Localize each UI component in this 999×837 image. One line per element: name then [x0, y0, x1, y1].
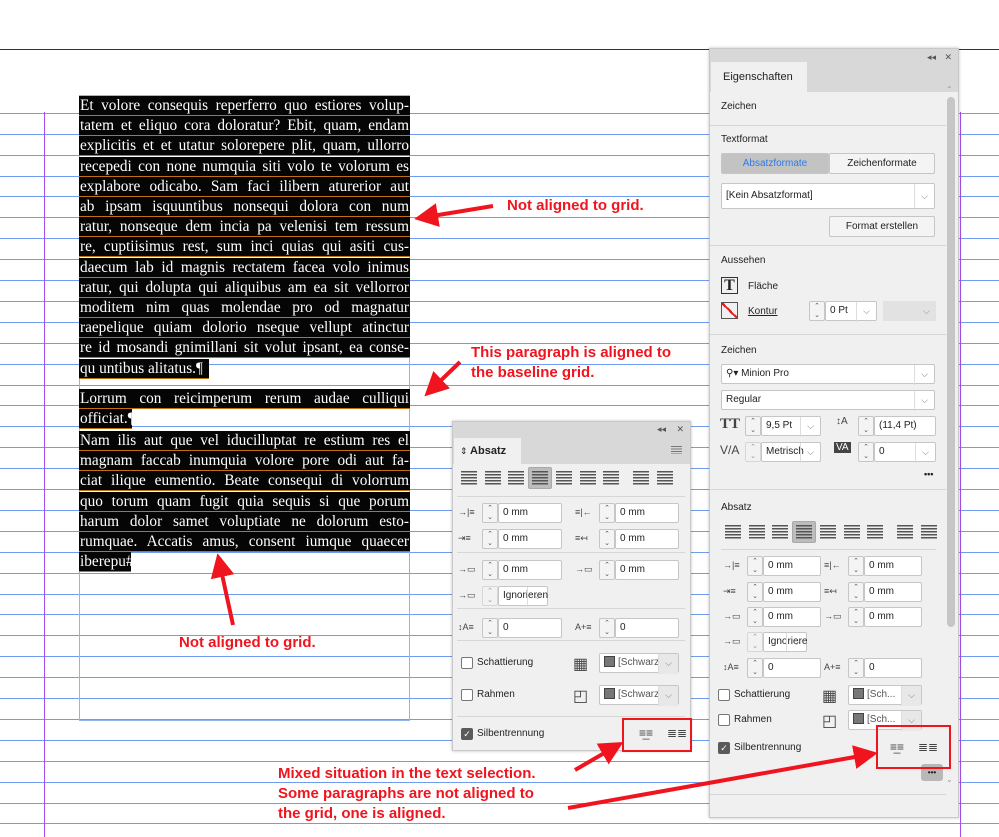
annotation-arrows: [210, 203, 878, 810]
arrow: [424, 360, 462, 397]
arrow: [573, 741, 624, 772]
arrow: [414, 203, 494, 227]
arrow: [567, 745, 878, 810]
arrow: [210, 553, 235, 626]
